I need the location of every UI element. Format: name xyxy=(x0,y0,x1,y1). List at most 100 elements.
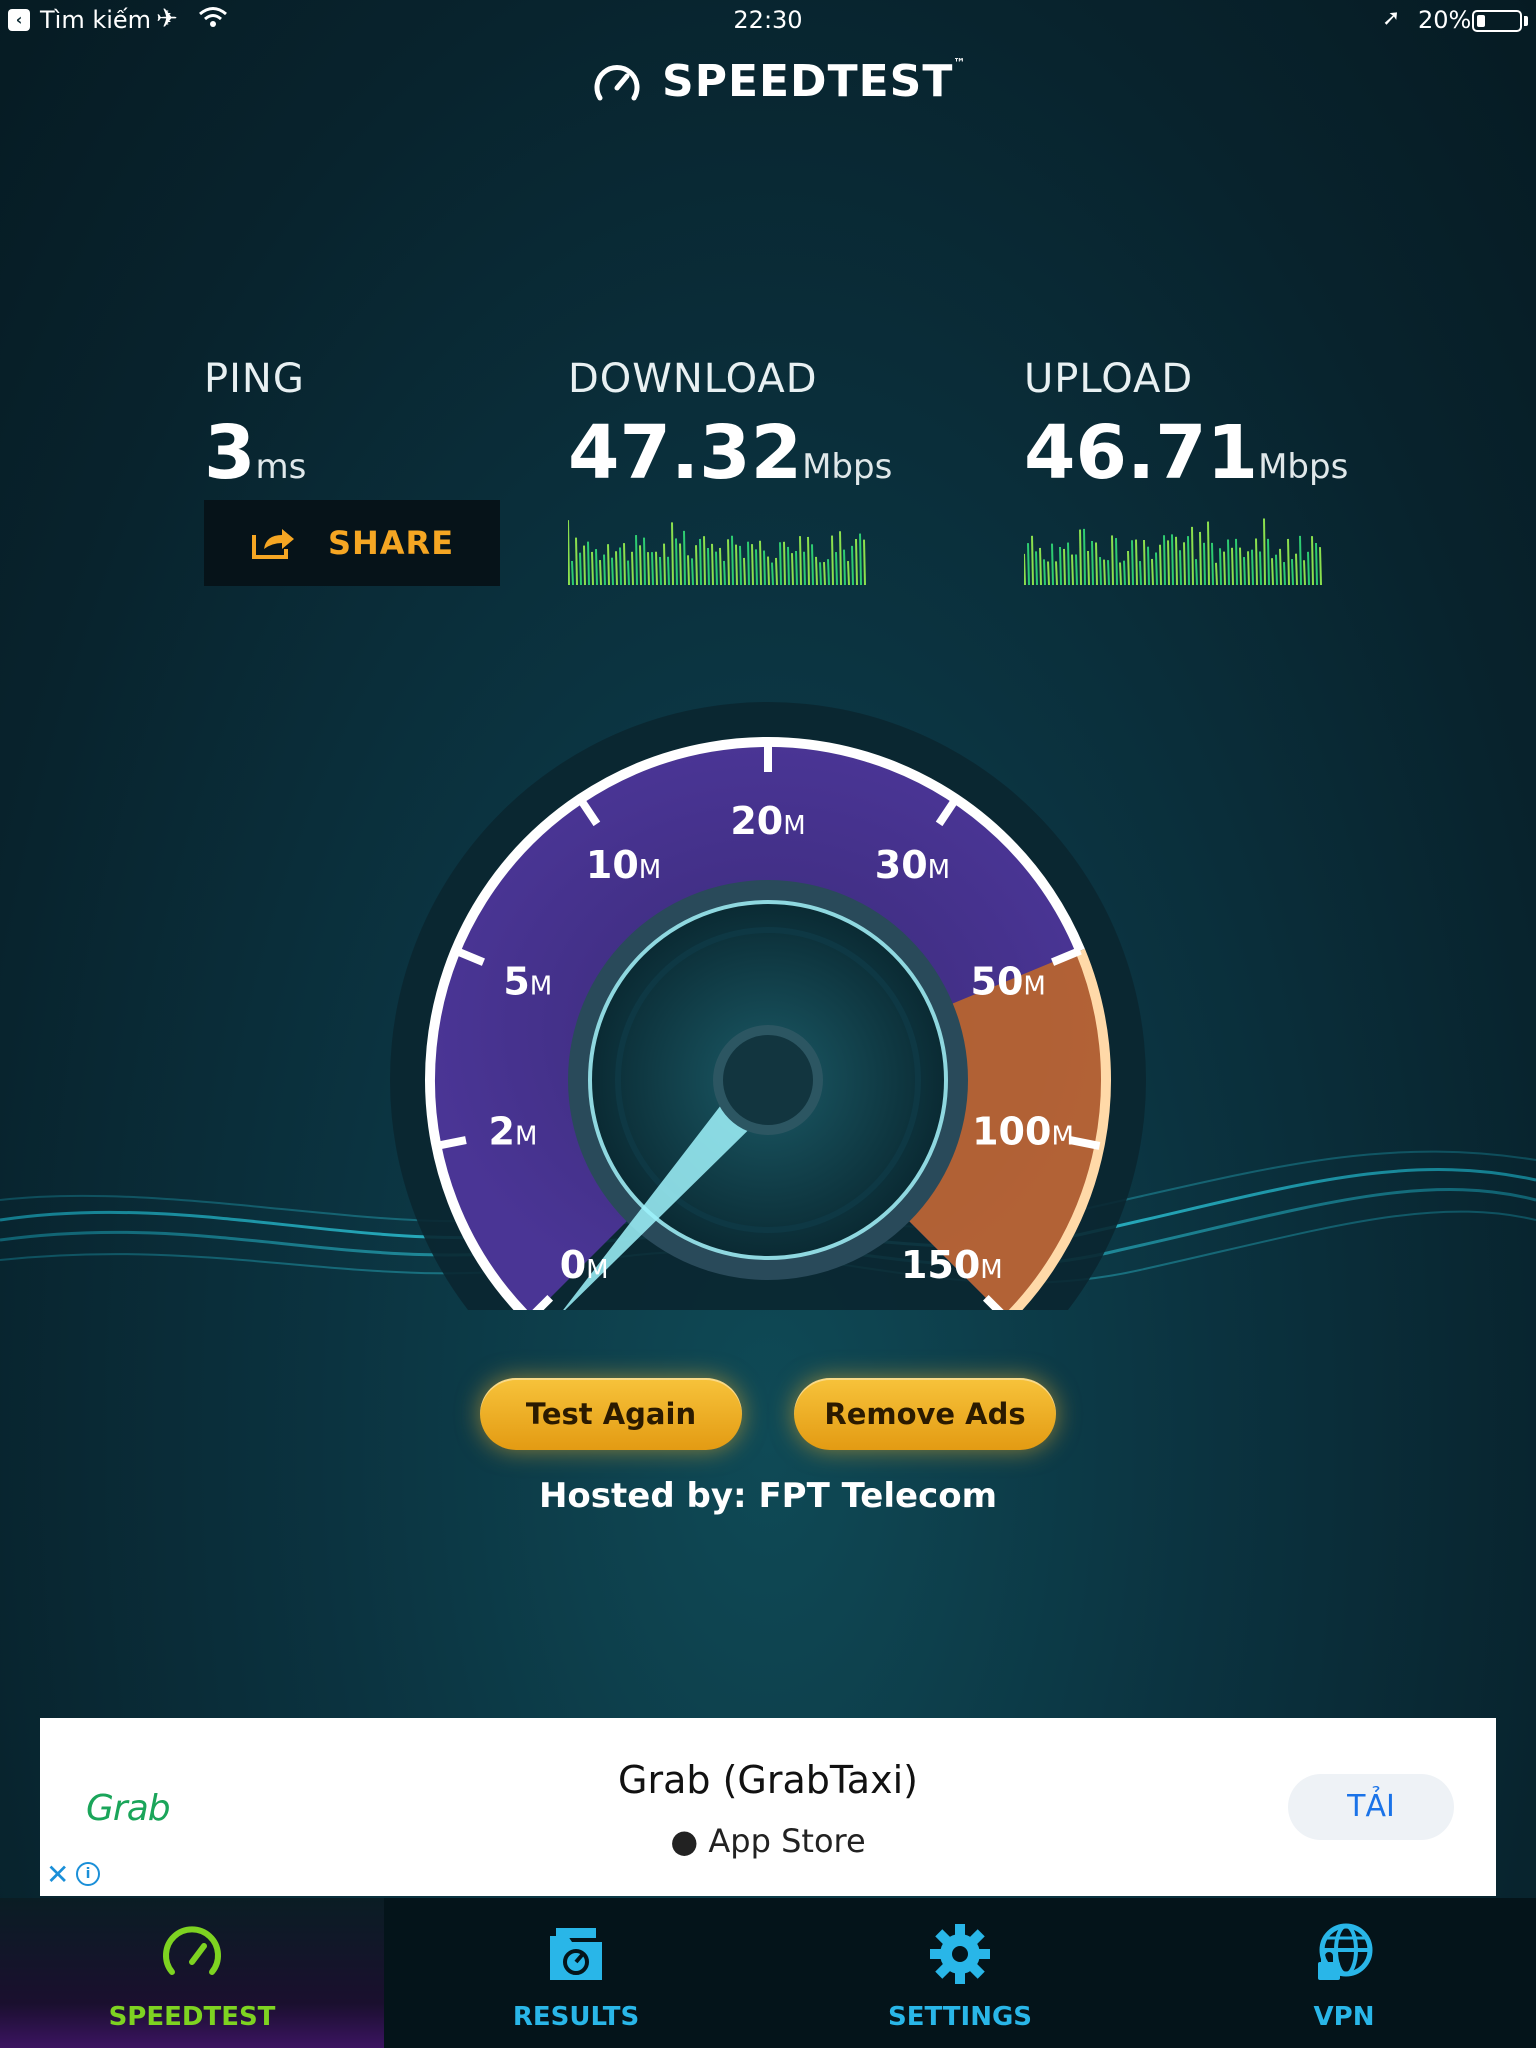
sparkline-bar xyxy=(1131,540,1134,585)
remove-ads-button[interactable]: Remove Ads xyxy=(794,1378,1056,1450)
sparkline-bar xyxy=(759,540,762,585)
ad-close-icon[interactable]: ✕ xyxy=(46,1858,69,1891)
tab-label-settings: SETTINGS xyxy=(887,2002,1033,2032)
sparkline-bar xyxy=(1143,540,1146,585)
ad-info-icon[interactable]: i xyxy=(76,1862,100,1886)
sparkline-bar xyxy=(1307,551,1310,585)
sparkline-bar xyxy=(1103,559,1106,585)
battery-icon xyxy=(1472,10,1522,32)
sparkline-bar xyxy=(647,552,650,585)
sparkline-bar xyxy=(1179,550,1182,585)
sparkline-bar xyxy=(635,535,638,585)
sparkline-bar xyxy=(831,535,834,585)
sparkline-bar xyxy=(1055,561,1058,585)
sparkline-bar xyxy=(643,537,646,585)
sparkline-bar xyxy=(571,560,574,585)
sparkline-bar xyxy=(847,560,850,585)
sparkline-bar xyxy=(568,520,570,585)
sparkline-bar xyxy=(815,556,818,585)
sparkline-bar xyxy=(791,553,794,585)
battery-percent: 20% xyxy=(1418,6,1472,34)
sparkline-bar xyxy=(1051,543,1054,585)
apple-icon: ● xyxy=(670,1822,699,1860)
sparkline-bar xyxy=(843,549,846,585)
sparkline-bar xyxy=(659,556,662,585)
sparkline-bar xyxy=(699,538,702,585)
download-result: 47.32Mbps xyxy=(568,410,892,496)
sparkline-bar xyxy=(1251,549,1254,585)
share-label: SHARE xyxy=(327,524,455,562)
sparkline-bar xyxy=(1227,539,1230,585)
ping-unit: ms xyxy=(255,447,307,487)
sparkline-bar xyxy=(1287,538,1290,585)
sparkline-bar xyxy=(859,533,862,585)
sparkline-bar xyxy=(711,543,714,585)
sparkline-bar xyxy=(1319,547,1322,585)
tab-label-vpn: VPN xyxy=(1313,2002,1375,2032)
results-folder-icon xyxy=(550,1928,602,1980)
sparkline-bar xyxy=(615,551,618,585)
hosted-by-text: Hosted by: FPT Telecom xyxy=(538,1476,998,1516)
sparkline-bar xyxy=(651,552,654,585)
sparkline-bar xyxy=(1027,543,1030,585)
battery-tip xyxy=(1524,16,1528,26)
sparkline-bar xyxy=(1099,557,1102,585)
sparkline-bar xyxy=(827,559,830,585)
sparkline-bar xyxy=(579,552,582,585)
ad-install-button[interactable]: TẢI xyxy=(1288,1774,1454,1840)
tab-speedtest[interactable]: SPEEDTEST xyxy=(0,1898,384,2048)
tab-vpn[interactable]: VPN xyxy=(1152,1898,1536,2048)
sparkline-bar xyxy=(855,538,858,585)
sparkline-bar xyxy=(819,562,822,585)
sparkline-bar xyxy=(607,544,610,585)
sparkline-bar xyxy=(1163,535,1166,585)
test-again-button[interactable]: Test Again xyxy=(480,1378,742,1450)
sparkline-bar xyxy=(1107,560,1110,585)
sparkline-bar xyxy=(1047,561,1050,585)
sparkline-bar xyxy=(1031,535,1034,585)
sparkline-bar xyxy=(1275,554,1278,585)
sparkline-bar xyxy=(619,547,622,585)
sparkline-bar xyxy=(1171,534,1174,585)
sparkline-bar xyxy=(675,538,678,585)
share-button[interactable]: SHARE xyxy=(204,500,500,586)
sparkline-bar xyxy=(679,543,682,585)
upload-sparkline xyxy=(1024,518,1322,585)
sparkline-bar xyxy=(1283,561,1286,585)
sparkline-bar xyxy=(1083,528,1086,585)
sparkline-bar xyxy=(1111,535,1114,585)
sparkline-bar xyxy=(1207,521,1210,585)
sparkline-bar xyxy=(1139,561,1142,585)
sparkline-bar xyxy=(691,558,694,585)
sparkline-bar xyxy=(1091,541,1094,585)
sparkline-bar xyxy=(747,541,750,585)
sparkline-bar xyxy=(763,550,766,585)
sparkline-bar xyxy=(811,544,814,585)
sparkline-bar xyxy=(783,541,786,585)
speedometer-icon xyxy=(163,1926,221,1975)
sparkline-bar xyxy=(703,536,706,585)
ad-banner[interactable]: Grab Grab (GrabTaxi) ● App Store TẢI ✕ i xyxy=(40,1718,1496,1896)
sparkline-bar xyxy=(731,535,734,585)
sparkline-bar xyxy=(1263,518,1266,585)
sparkline-bar xyxy=(807,536,810,585)
sparkline-bar xyxy=(663,543,666,585)
sparkline-bar xyxy=(739,545,742,585)
sparkline-bar xyxy=(771,562,774,585)
sparkline-bar xyxy=(587,541,590,585)
sparkline-bar xyxy=(1247,551,1250,585)
sparkline-bar xyxy=(799,536,802,585)
tab-settings[interactable]: SETTINGS xyxy=(768,1898,1152,2048)
ad-store-line: ● App Store xyxy=(40,1822,1496,1860)
sparkline-bar xyxy=(683,530,686,585)
sparkline-bar xyxy=(1043,559,1046,585)
sparkline-bar xyxy=(1059,547,1062,585)
sparkline-bar xyxy=(1079,529,1082,585)
sparkline-bar xyxy=(1071,554,1074,585)
sparkline-bar xyxy=(735,544,738,585)
sparkline-bar xyxy=(1199,531,1202,585)
tab-results[interactable]: RESULTS xyxy=(384,1898,768,2048)
sparkline-bar xyxy=(1151,558,1154,585)
sparkline-bar xyxy=(639,545,642,585)
sparkline-bar xyxy=(603,554,606,585)
